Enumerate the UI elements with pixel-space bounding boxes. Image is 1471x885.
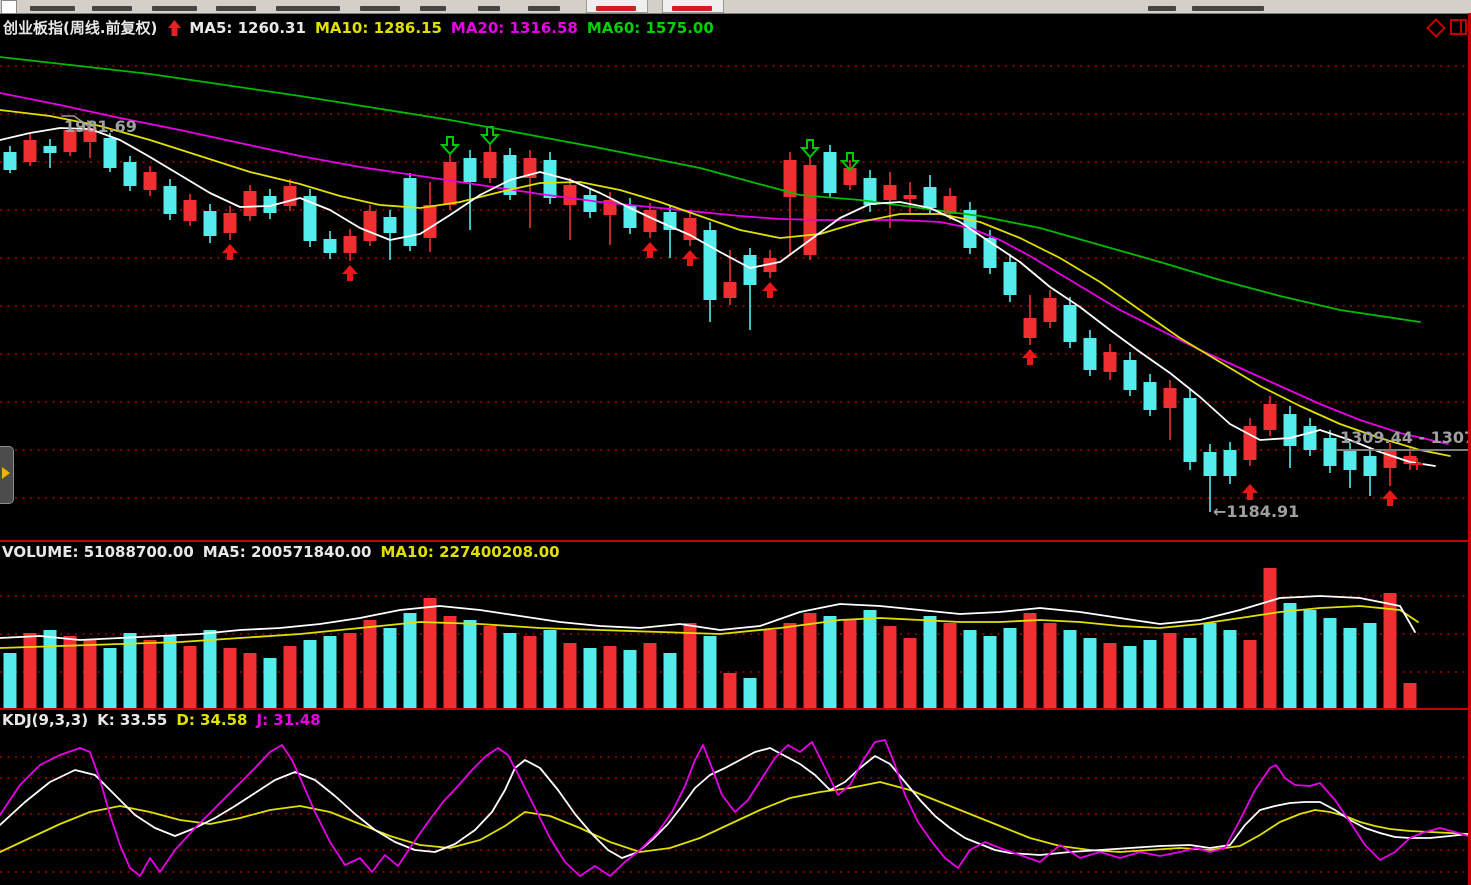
- expand-arrow-icon: [2, 467, 10, 479]
- sidebar-expand-handle[interactable]: [0, 446, 14, 504]
- buy-signal-arrow: [222, 244, 238, 260]
- candlesticks: [4, 123, 1417, 512]
- buy-signal-arrow: [1382, 490, 1398, 506]
- last-price-level-line: [1336, 449, 1471, 451]
- grid-lines: [0, 66, 1466, 872]
- sell-signal-arrow: [442, 137, 458, 154]
- buy-signal-arrow: [642, 242, 658, 258]
- sell-signal-arrow: [802, 140, 818, 157]
- buy-signal-arrow: [1022, 349, 1038, 365]
- buy-signal-arrow: [762, 282, 778, 298]
- volume-bars: [4, 568, 1417, 708]
- ma-lines: [0, 57, 1450, 466]
- split-window-icon[interactable]: [1450, 19, 1467, 35]
- buy-signal-arrow: [682, 250, 698, 266]
- chart-canvas[interactable]: [0, 0, 1471, 885]
- trading-app-window: 创业板指(周线.前复权) MA5: 1260.31 MA10: 1286.15 …: [0, 0, 1471, 885]
- buy-signal-arrow: [1242, 484, 1258, 500]
- kdj-lines: [0, 740, 1468, 876]
- sell-signal-arrow: [482, 127, 498, 144]
- buy-signal-arrow: [342, 265, 358, 281]
